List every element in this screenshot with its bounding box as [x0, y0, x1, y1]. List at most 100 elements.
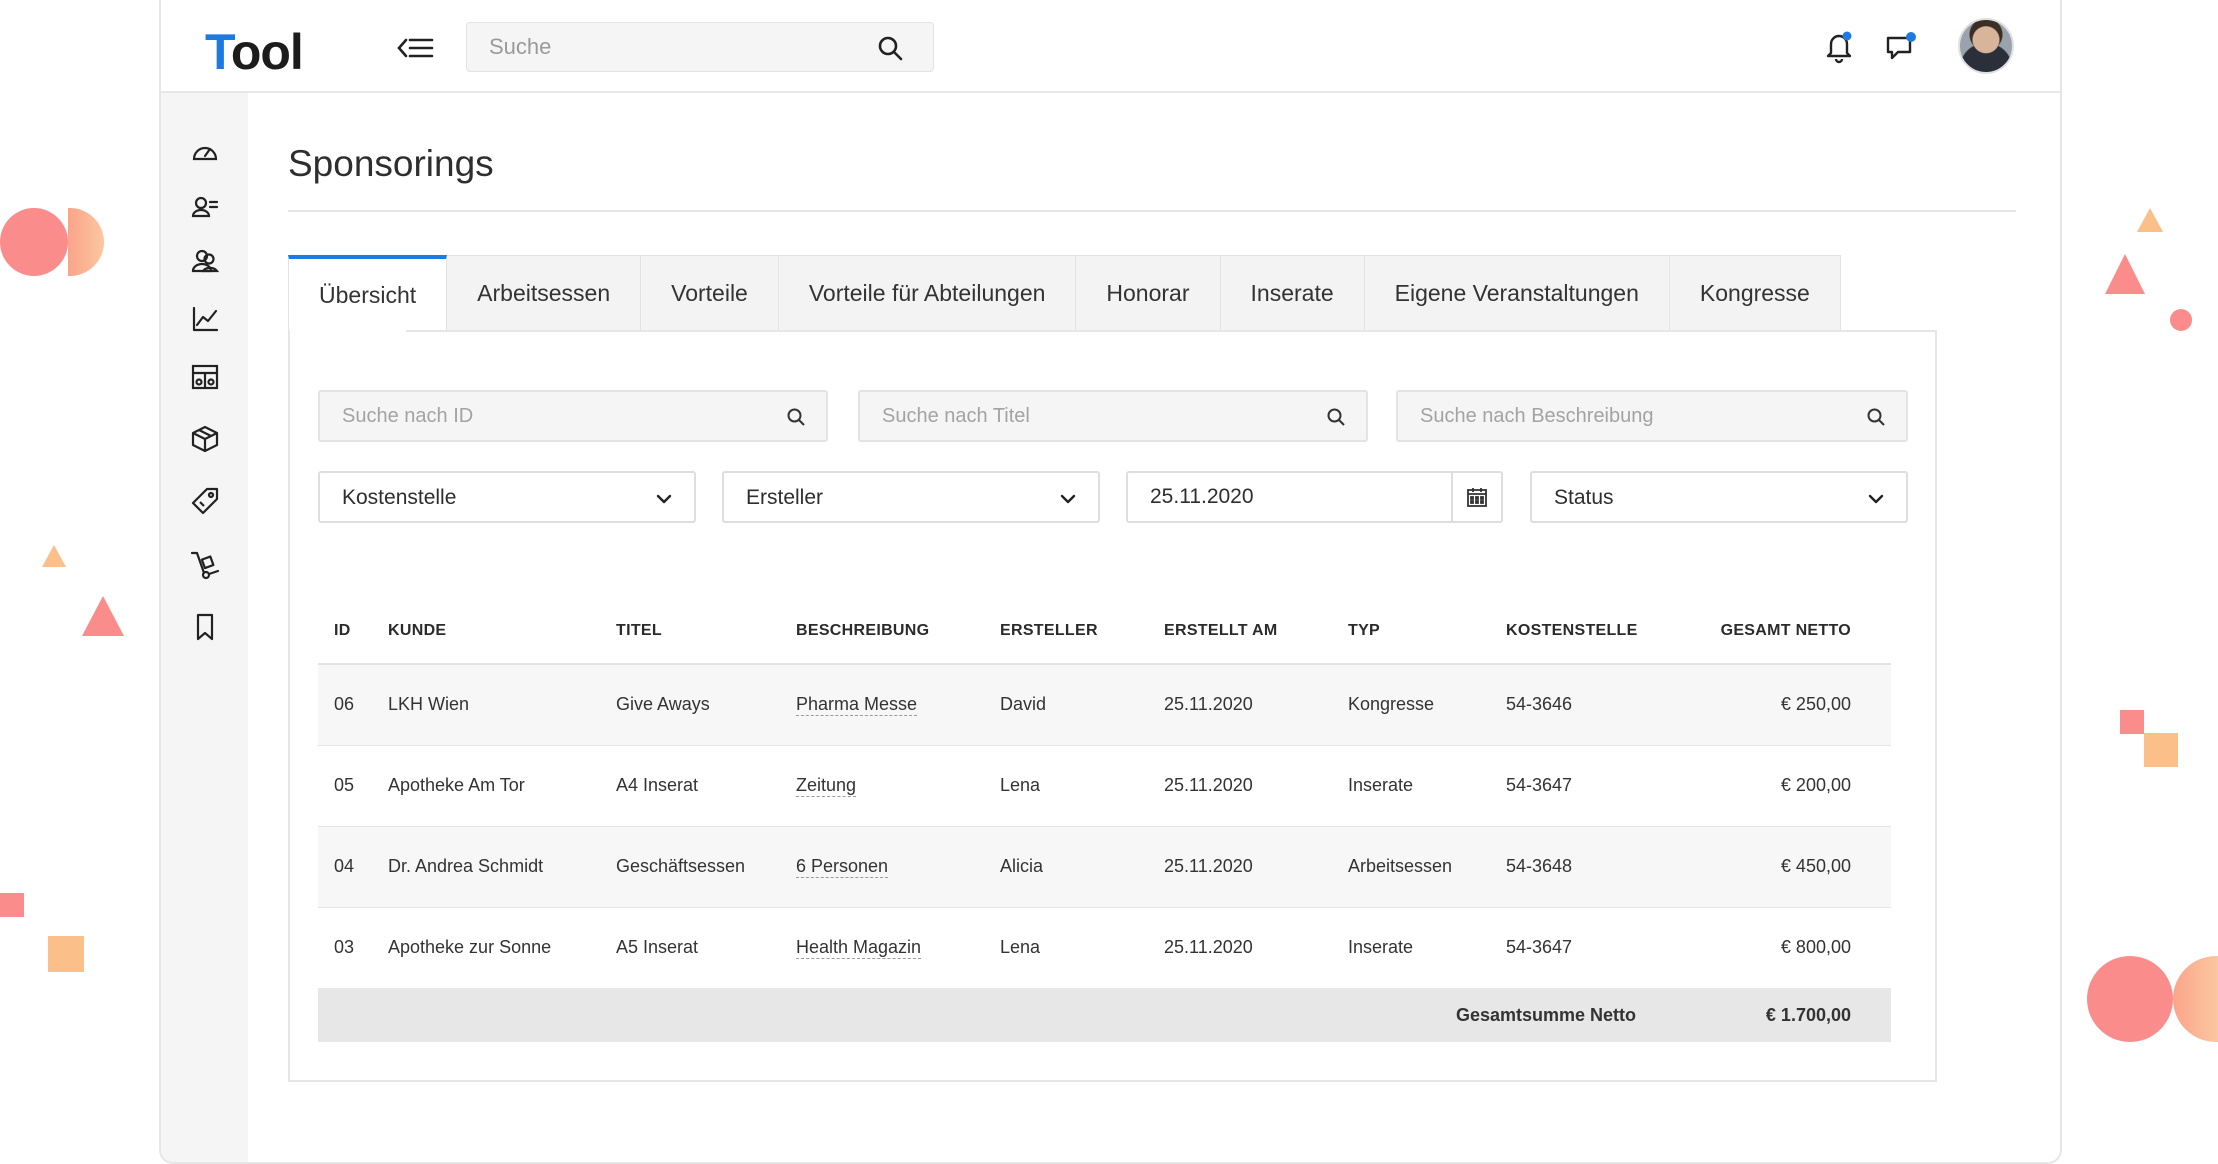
- cell-kunde: Dr. Andrea Schmidt: [388, 826, 616, 908]
- cell-kostenstelle: 54-3647: [1506, 907, 1676, 989]
- table-header-row: ID KUNDE TITEL BESCHREIBUNG ERSTELLER ER…: [318, 598, 1891, 665]
- tab-vorteile[interactable]: Vorteile: [641, 255, 779, 331]
- column-header-gesamt-netto[interactable]: GESAMT NETTO: [1676, 598, 1891, 665]
- cell-typ: Inserate: [1348, 907, 1506, 989]
- date-input[interactable]: [1128, 473, 1428, 521]
- column-header-erstellt-am[interactable]: ERSTELLT AM: [1164, 598, 1348, 665]
- sum-label: Gesamtsumme Netto: [318, 988, 1676, 1042]
- cell-kostenstelle: 54-3646: [1506, 664, 1676, 746]
- chart-icon[interactable]: [189, 303, 221, 335]
- chat-icon[interactable]: [1883, 28, 1919, 64]
- cell-titel: A4 Inserat: [616, 745, 796, 827]
- page-title: Sponsorings: [288, 143, 494, 184]
- status-value: Status: [1554, 486, 1614, 509]
- cell-beschreibung: Zeitung: [796, 745, 1000, 827]
- tab-inserate[interactable]: Inserate: [1220, 255, 1365, 331]
- cell-kostenstelle: 54-3647: [1506, 745, 1676, 827]
- package-icon[interactable]: [189, 423, 221, 455]
- description-link[interactable]: Zeitung: [796, 775, 857, 797]
- bell-icon[interactable]: [1821, 28, 1857, 64]
- tab-honorar[interactable]: Honorar: [1076, 255, 1221, 331]
- hand-truck-icon[interactable]: [189, 549, 221, 581]
- search-id-input[interactable]: [320, 392, 751, 440]
- table-icon[interactable]: [189, 361, 221, 393]
- status-select[interactable]: Status: [1530, 471, 1908, 523]
- search-icon[interactable]: [1866, 407, 1886, 427]
- table-row[interactable]: 05 Apotheke Am Tor A4 Inserat Zeitung Le…: [318, 745, 1891, 827]
- chevron-down-icon: [654, 489, 674, 509]
- cell-ersteller: David: [1000, 664, 1164, 746]
- description-link[interactable]: Pharma Messe: [796, 694, 918, 717]
- deco-half-circle-peach: [68, 208, 104, 276]
- tab-arbeitsessen[interactable]: Arbeitsessen: [447, 255, 642, 331]
- search-title-input[interactable]: [860, 392, 1291, 440]
- user-avatar[interactable]: [1958, 18, 2014, 74]
- calendar-icon[interactable]: [1451, 473, 1501, 521]
- cell-id: 06: [318, 664, 388, 746]
- search-description-input[interactable]: [1398, 392, 1830, 440]
- search-id-field: [318, 390, 828, 442]
- cell-kostenstelle: 54-3648: [1506, 826, 1676, 908]
- deco-circle-coral-right: [2087, 956, 2173, 1042]
- column-header-kunde[interactable]: KUNDE: [388, 598, 616, 665]
- bookmark-icon[interactable]: [189, 611, 221, 643]
- cell-beschreibung: Health Magazin: [796, 907, 1000, 989]
- tab-kongresse[interactable]: Kongresse: [1669, 255, 1841, 331]
- tab-vorteile-abteilungen[interactable]: Vorteile für Abteilungen: [778, 255, 1077, 331]
- deco-dot-coral: [2170, 309, 2192, 331]
- sum-value: € 1.700,00: [1676, 988, 1891, 1042]
- chevron-down-icon: [1058, 489, 1078, 509]
- cell-typ: Inserate: [1348, 745, 1506, 827]
- column-header-titel[interactable]: TITEL: [616, 598, 796, 665]
- column-header-id[interactable]: ID: [318, 598, 388, 665]
- cell-erstellt-am: 25.11.2020: [1164, 907, 1348, 989]
- description-link[interactable]: 6 Personen: [796, 856, 889, 878]
- table-row[interactable]: 06 LKH Wien Give Aways Pharma Messe Davi…: [318, 664, 1891, 746]
- sidebar: [161, 93, 248, 1162]
- kostenstelle-value: Kostenstelle: [342, 486, 457, 509]
- search-icon[interactable]: [1326, 407, 1346, 427]
- users-icon[interactable]: [189, 245, 221, 277]
- dashboard-icon[interactable]: [189, 137, 221, 169]
- cell-kunde: Apotheke zur Sonne: [388, 907, 616, 989]
- ersteller-select[interactable]: Ersteller: [722, 471, 1100, 523]
- cell-titel: Geschäftsessen: [616, 826, 796, 908]
- column-header-beschreibung[interactable]: BESCHREIBUNG: [796, 598, 1000, 665]
- app-window: Tool Suche Sponsorings Übersicht Arbeits…: [159, 0, 2062, 1164]
- cell-kunde: LKH Wien: [388, 664, 616, 746]
- sponsorings-table: ID KUNDE TITEL BESCHREIBUNG ERSTELLER ER…: [318, 598, 1891, 1042]
- deco-triangle-small-right: [2137, 208, 2163, 232]
- tab-bar: Übersicht Arbeitsessen Vorteile Vorteile…: [288, 255, 1841, 331]
- cell-gesamt-netto: € 450,00: [1676, 826, 1891, 908]
- column-header-typ[interactable]: TYP: [1348, 598, 1506, 665]
- user-list-icon[interactable]: [189, 191, 221, 223]
- column-header-kostenstelle[interactable]: KOSTENSTELLE: [1506, 598, 1676, 665]
- cell-gesamt-netto: € 200,00: [1676, 745, 1891, 827]
- search-icon[interactable]: [786, 407, 806, 427]
- cell-id: 04: [318, 826, 388, 908]
- global-search: [466, 22, 934, 72]
- description-link[interactable]: Health Magazin: [796, 937, 922, 959]
- cell-erstellt-am: 25.11.2020: [1164, 745, 1348, 827]
- deco-square-peach: [48, 936, 84, 972]
- search-icon[interactable]: [877, 35, 903, 61]
- column-header-ersteller[interactable]: ERSTELLER: [1000, 598, 1164, 665]
- cell-typ: Kongresse: [1348, 664, 1506, 746]
- menu-collapse-icon[interactable]: [396, 30, 436, 66]
- app-logo[interactable]: Tool: [205, 22, 304, 82]
- table-row[interactable]: 03 Apotheke zur Sonne A5 Inserat Health …: [318, 907, 1891, 989]
- cell-erstellt-am: 25.11.2020: [1164, 826, 1348, 908]
- cell-gesamt-netto: € 800,00: [1676, 907, 1891, 989]
- tag-icon[interactable]: [189, 485, 221, 517]
- table-row[interactable]: 04 Dr. Andrea Schmidt Geschäftsessen 6 P…: [318, 826, 1891, 908]
- search-description-field: [1396, 390, 1908, 442]
- deco-triangle-small: [42, 545, 66, 567]
- panel-top-border: [406, 330, 1937, 332]
- deco-square-peach-right: [2144, 733, 2178, 767]
- global-search-input[interactable]: [467, 23, 847, 71]
- tab-eigene-veranstaltungen[interactable]: Eigene Veranstaltungen: [1364, 255, 1670, 331]
- cell-ersteller: Lena: [1000, 745, 1164, 827]
- tab-uebersicht[interactable]: Übersicht: [288, 255, 448, 331]
- kostenstelle-select[interactable]: Kostenstelle: [318, 471, 696, 523]
- deco-triangle-coral-right: [2105, 254, 2145, 294]
